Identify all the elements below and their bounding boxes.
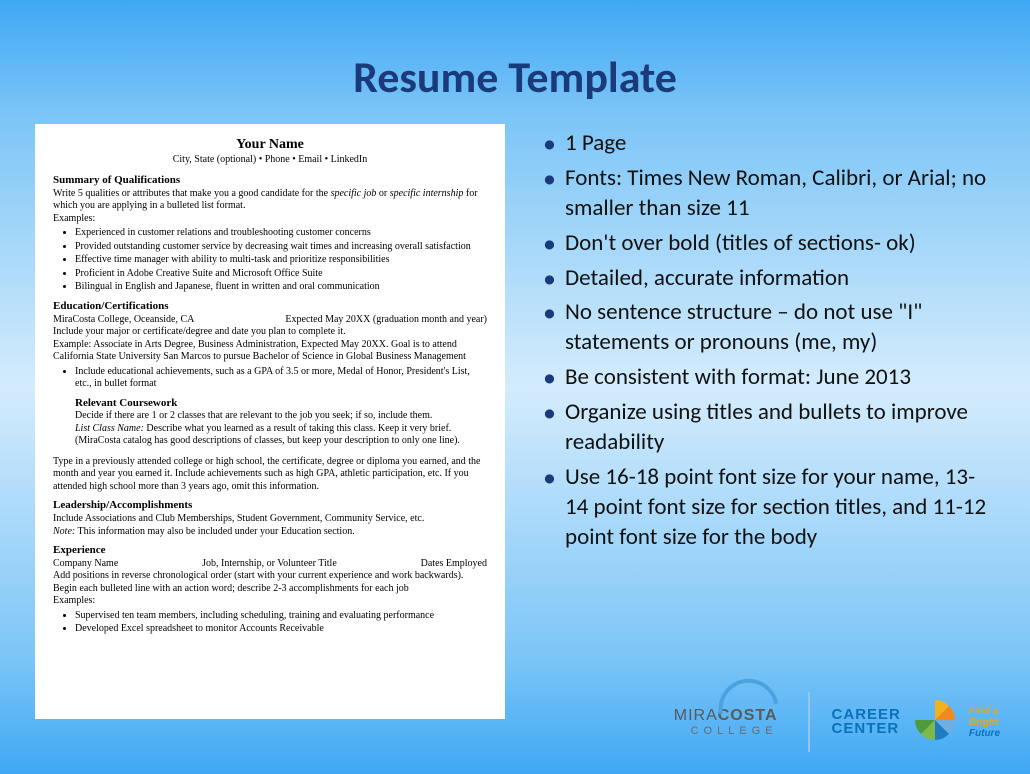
leadership-line1: Include Associations and Club Membership… [53, 513, 487, 526]
content-row: Your Name City, State (optional) • Phone… [0, 124, 1030, 719]
career-center-logo: CAREER CENTER Find a Bright Future [832, 696, 1000, 749]
edu-heading-line: MiraCosta College, Oceanside, CA Expecte… [53, 314, 487, 327]
relevant-coursework-title: Relevant Coursework [75, 397, 487, 411]
tagline: Find a Bright Future [969, 706, 1000, 739]
miracosta-logo: MIRACOSTA COLLEGE [674, 707, 786, 737]
list-item: Experienced in customer relations and tr… [75, 227, 487, 240]
prev-college: Type in a previously attended college or… [53, 456, 487, 494]
summary-bullets: Experienced in customer relations and tr… [75, 227, 487, 294]
tip-item: Be consistent with format: June 2013 [535, 363, 995, 393]
resume-contact-line: City, State (optional) • Phone • Email •… [53, 154, 487, 167]
experience-title: Experience [53, 544, 487, 558]
list-item: Developed Excel spreadsheet to monitor A… [75, 623, 487, 636]
summary-title: Summary of Qualifications [53, 174, 487, 188]
tip-item: Organize using titles and bullets to imp… [535, 398, 995, 458]
logo-divider [808, 692, 810, 752]
tip-item: Fonts: Times New Roman, Calibri, or Aria… [535, 164, 995, 224]
leadership-title: Leadership/Accomplishments [53, 499, 487, 513]
education-title: Education/Certifications [53, 300, 487, 314]
list-item: Proficient in Adobe Creative Suite and M… [75, 268, 487, 281]
tip-item: Use 16-18 point font size for your name,… [535, 463, 995, 553]
career-center-text: CAREER CENTER [832, 708, 901, 737]
edu-bullets: Include educational achievements, such a… [75, 366, 487, 391]
edu-example: Example: Associate in Arts Degree, Busin… [53, 339, 487, 364]
tips-panel: 1 Page Fonts: Times New Roman, Calibri, … [535, 124, 995, 719]
list-item: Provided outstanding customer service by… [75, 241, 487, 254]
exp-heading-line: Company Name Job, Internship, or Volunte… [53, 558, 487, 571]
tip-item: 1 Page [535, 129, 995, 159]
slide-title: Resume Template [0, 0, 1030, 124]
arc-icon [713, 674, 777, 714]
rc-line1: Decide if there are 1 or 2 classes that … [75, 410, 487, 423]
leadership-note: Note: This information may also be inclu… [53, 526, 487, 539]
tips-list: 1 Page Fonts: Times New Roman, Calibri, … [535, 129, 995, 553]
footer-logos: MIRACOSTA COLLEGE CAREER CENTER Find a B… [674, 692, 1000, 752]
list-item: Effective time manager with ability to m… [75, 254, 487, 267]
list-item: Bilingual in English and Japanese, fluen… [75, 281, 487, 294]
examples-label: Examples: [53, 213, 487, 226]
tip-item: No sentence structure – do not use "I" s… [535, 298, 995, 358]
resume-sample-document: Your Name City, State (optional) • Phone… [35, 124, 505, 719]
resume-name: Your Name [53, 136, 487, 154]
edu-instruction: Include your major or certificate/degree… [53, 326, 487, 339]
sunburst-icon [911, 696, 959, 749]
list-item: Include educational achievements, such a… [75, 366, 487, 391]
rc-line2: List Class Name: Describe what you learn… [75, 423, 487, 448]
list-item: Supervised ten team members, including s… [75, 610, 487, 623]
exp-desc: Add positions in reverse chronological o… [53, 570, 487, 595]
exp-examples-label: Examples: [53, 595, 487, 608]
tip-item: Detailed, accurate information [535, 264, 995, 294]
exp-bullets: Supervised ten team members, including s… [75, 610, 487, 636]
college-text: COLLEGE [674, 725, 778, 737]
summary-intro: Write 5 qualities or attributes that mak… [53, 188, 487, 213]
tip-item: Don't over bold (titles of sections- ok) [535, 229, 995, 259]
